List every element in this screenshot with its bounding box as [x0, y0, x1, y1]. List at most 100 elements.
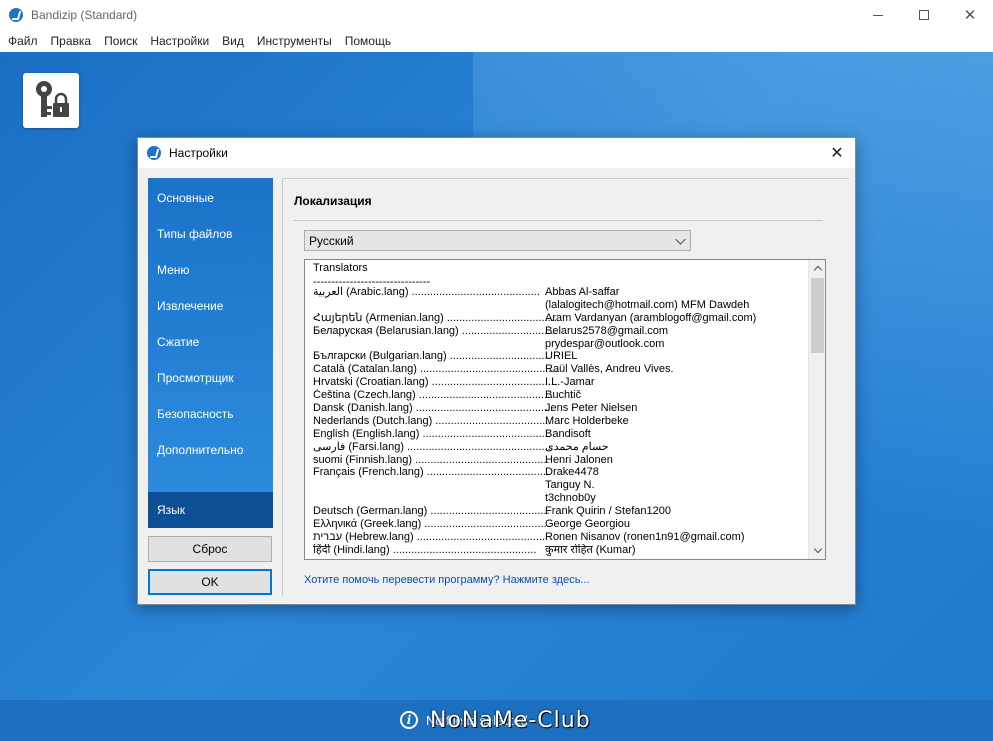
maximize-icon	[919, 10, 929, 20]
translator-row: हिंदी (Hindi.lang) .....................…	[313, 544, 807, 557]
translator-name: Henri Jalonen	[545, 453, 613, 466]
key-lock-icon	[36, 81, 69, 117]
translator-row: Català (Catalan.lang) ..................…	[313, 363, 807, 376]
sidebar-item-extraction[interactable]: Извлечение	[148, 288, 273, 324]
dialog-titlebar: Настройки ✕	[138, 138, 855, 168]
translator-name: कुमार रोहित (Kumar)	[545, 543, 636, 556]
translators-header: Translators	[313, 262, 368, 274]
translator-row: Deutsch (German.lang) ..................…	[313, 505, 807, 518]
watermark: NoNaMe-Club	[430, 708, 591, 733]
menu-view[interactable]: Вид	[216, 34, 251, 48]
translator-name: Bandisoft	[545, 427, 591, 440]
translator-language: हिंदी (Hindi.lang) .....................…	[313, 543, 537, 556]
translator-row: Ελληνικά (Greek.lang) ..................…	[313, 518, 807, 531]
menu-help[interactable]: Помощь	[339, 34, 398, 48]
close-button[interactable]: ✕	[947, 0, 993, 30]
maximize-button[interactable]	[901, 0, 947, 30]
menu-file[interactable]: Файл	[2, 34, 45, 48]
language-select[interactable]: Русский	[304, 230, 691, 251]
sidebar-item-compression[interactable]: Сжатие	[148, 324, 273, 360]
window-controls: ✕	[855, 0, 993, 30]
translator-language: Dansk (Danish.lang) ....................…	[313, 402, 554, 415]
sidebar-item-file-types[interactable]: Типы файлов	[148, 216, 273, 252]
reset-button[interactable]: Сброс	[148, 536, 272, 562]
translator-language: Deutsch (German.lang) ..................…	[313, 505, 550, 518]
language-select-value: Русский	[309, 233, 354, 248]
translator-language: Čeština (Czech.lang) ...................…	[313, 389, 554, 402]
settings-dialog: Настройки ✕ Основные Типы файлов Меню Из…	[137, 137, 856, 605]
translator-language: Hrvatski (Croatian.lang) ...............…	[313, 376, 557, 389]
translator-name: I.L.-Jamar	[545, 376, 595, 389]
translator-row: Tanguy N.	[313, 479, 807, 492]
translator-language: Ελληνικά (Greek.lang) ..................…	[313, 518, 550, 531]
translator-name: Jens Peter Nielsen	[545, 402, 638, 415]
translator-row: Dansk (Danish.lang) ....................…	[313, 402, 807, 415]
scroll-up-button[interactable]	[809, 260, 825, 277]
translators-rows: العربية (Arabic.lang) ..................…	[313, 286, 807, 557]
translator-name: حسام محمدی	[545, 440, 609, 453]
chevron-up-icon	[813, 265, 822, 275]
scrollbar[interactable]	[808, 260, 825, 559]
close-icon: ✕	[963, 7, 977, 24]
menu-bar: Файл Правка Поиск Настройки Вид Инструме…	[0, 30, 993, 52]
translator-row: Hrvatski (Croatian.lang) ...............…	[313, 376, 807, 389]
menu-edit[interactable]: Правка	[45, 34, 99, 48]
translator-name: George Georgiou	[545, 518, 630, 531]
info-icon: i	[400, 711, 418, 729]
sidebar-item-language[interactable]: Язык	[148, 492, 273, 528]
ok-button[interactable]: OK	[148, 569, 272, 595]
translator-language: Беларуская (Belarusian.lang) ...........…	[313, 324, 557, 337]
translator-language: Български (Bulgarian.lang) .............…	[313, 350, 551, 363]
localization-panel: Локализация Русский Translators --------…	[282, 178, 849, 596]
divider	[293, 220, 823, 221]
translator-language: Français (French.lang) .................…	[313, 466, 549, 479]
translator-language: English (English.lang) .................…	[313, 427, 551, 440]
translator-language: Català (Catalan.lang) ..................…	[313, 363, 558, 376]
translators-list[interactable]: Translators ----------------------------…	[304, 259, 826, 560]
scroll-thumb[interactable]	[811, 278, 824, 353]
translators-dashes: --------------------------------	[313, 276, 431, 286]
translator-name: Buchtič	[545, 389, 582, 402]
app-title: Bandizip (Standard)	[31, 8, 138, 22]
translator-row: t3chnob0y	[313, 492, 807, 505]
encryption-key-tile[interactable]	[23, 73, 79, 128]
dialog-title: Настройки	[169, 146, 228, 160]
translator-language: فارسی (Farsi.lang) .....................…	[313, 440, 551, 453]
translator-name: Abbas Al-saffar	[545, 286, 620, 298]
translator-name: Ronen Nisanov (ronen1n91@gmail.com)	[545, 530, 745, 543]
translator-row: עברית (Hebrew.lang) ....................…	[313, 531, 807, 544]
chevron-down-icon	[675, 234, 686, 245]
menu-tools[interactable]: Инструменты	[251, 34, 339, 48]
bandizip-logo-icon	[9, 8, 23, 22]
translator-row: Nederlands (Dutch.lang) ................…	[313, 415, 807, 428]
scroll-down-button[interactable]	[809, 542, 825, 559]
app-titlebar: Bandizip (Standard) ✕	[0, 0, 993, 30]
translator-language: Հայերեն (Armenian.lang) ................…	[313, 311, 557, 324]
sidebar-item-menu[interactable]: Меню	[148, 252, 273, 288]
translator-row: العربية (Arabic.lang) ..................…	[313, 286, 807, 299]
translator-row: Հայերեն (Armenian.lang) ................…	[313, 312, 807, 325]
translator-name: Belarus2578@gmail.com	[545, 324, 669, 337]
translator-row: فارسی (Farsi.lang) .....................…	[313, 441, 807, 454]
sidebar-item-viewer[interactable]: Просмотрщик	[148, 360, 273, 396]
translator-name: (lalalogitech@hotmail.com) MFM Dawdeh	[545, 298, 750, 311]
translator-name: Marc Holderbeke	[545, 414, 629, 427]
translator-language: עברית (Hebrew.lang) ....................…	[313, 530, 546, 543]
minimize-button[interactable]	[855, 0, 901, 30]
help-translate-link[interactable]: Хотите помочь перевести программу? Нажми…	[304, 574, 590, 586]
translator-name: Tanguy N.	[545, 479, 595, 492]
translator-name: prydespar@outlook.com	[545, 337, 665, 350]
settings-sidebar: Основные Типы файлов Меню Извлечение Сжа…	[148, 178, 273, 528]
panel-title: Локализация	[294, 194, 372, 208]
menu-search[interactable]: Поиск	[98, 34, 144, 48]
sidebar-item-security[interactable]: Безопасность	[148, 396, 273, 432]
translator-row: (lalalogitech@hotmail.com) MFM Dawdeh	[313, 299, 807, 312]
sidebar-item-advanced[interactable]: Дополнительно	[148, 432, 273, 468]
dialog-close-button[interactable]: ✕	[827, 143, 847, 163]
translator-row: Français (French.lang) .................…	[313, 466, 807, 479]
translator-name: Raül Vallès, Andreu Vives.	[545, 363, 674, 376]
menu-settings[interactable]: Настройки	[144, 34, 216, 48]
sidebar-item-general[interactable]: Основные	[148, 180, 273, 216]
translator-row: Беларуская (Belarusian.lang) ...........…	[313, 325, 807, 338]
minimize-icon	[873, 14, 883, 16]
